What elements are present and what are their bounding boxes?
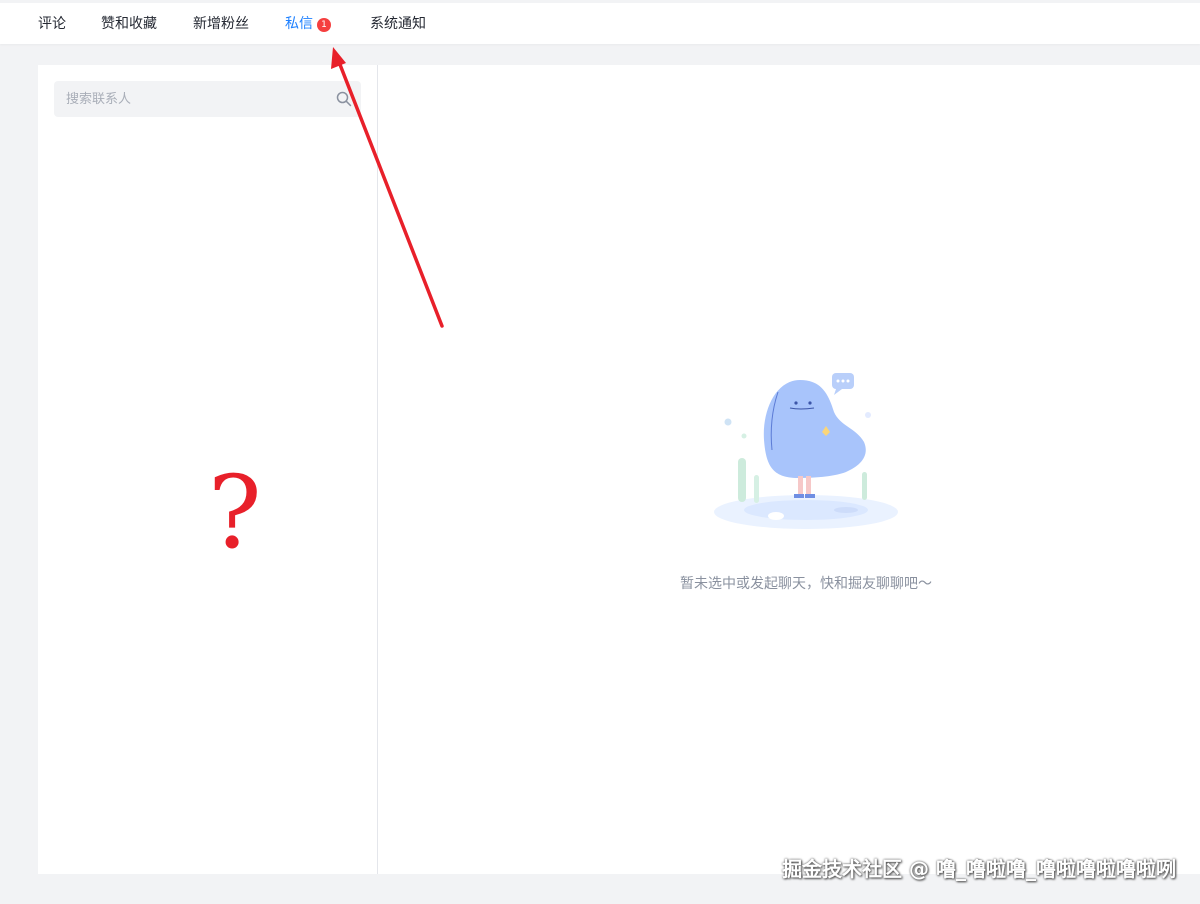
page: 评论 赞和收藏 新增粉丝 私信 1 系统通知 ? xyxy=(0,0,1200,904)
contact-list-panel: ? xyxy=(38,65,377,874)
empty-chat-message: 暂未选中或发起聊天，快和掘友聊聊吧～ xyxy=(680,576,932,592)
tab-comments[interactable]: 评论 xyxy=(38,14,66,36)
tab-likes-favorites[interactable]: 赞和收藏 xyxy=(101,14,157,36)
tab-private-messages[interactable]: 私信 1 xyxy=(285,14,331,36)
tab-new-followers[interactable]: 新增粉丝 xyxy=(193,14,249,36)
notification-tab-bar: 评论 赞和收藏 新增粉丝 私信 1 系统通知 xyxy=(0,0,1200,44)
unread-badge: 1 xyxy=(317,18,331,32)
search-input[interactable] xyxy=(54,81,324,117)
tab-private-messages-label: 私信 xyxy=(285,16,313,32)
empty-chat-illustration xyxy=(714,373,898,529)
contact-search xyxy=(54,81,361,117)
watermark: 掘金技术社区 @ 噜_噜啦噜_噜啦噜啦噜啦咧 xyxy=(782,857,1176,881)
search-icon[interactable] xyxy=(336,91,352,107)
chat-panel: 暂未选中或发起聊天，快和掘友聊聊吧～ xyxy=(378,65,1200,874)
question-mark-annotation: ? xyxy=(208,454,262,571)
tab-system-notifications[interactable]: 系统通知 xyxy=(370,14,426,36)
